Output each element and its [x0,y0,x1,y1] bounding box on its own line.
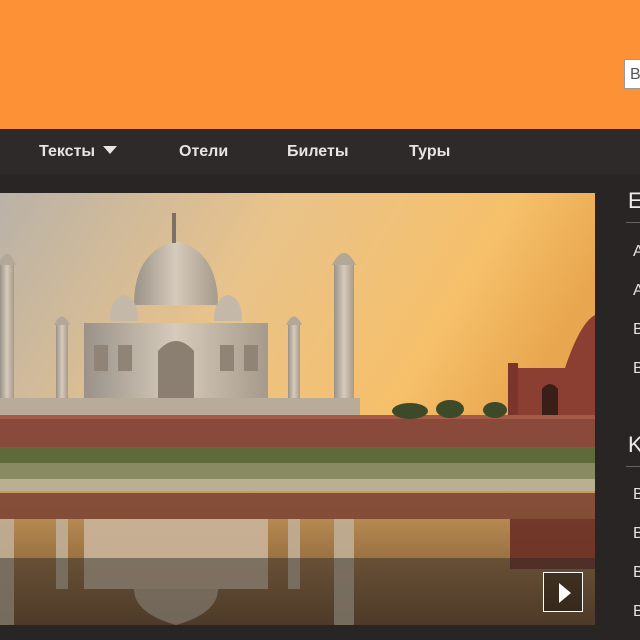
sidebar-divider [626,466,640,467]
sidebar-section-title: K [628,432,640,457]
main-nav: Тексты Отели Билеты Туры [0,129,640,174]
nav-item-label: Тексты [39,143,96,160]
sidebar-link[interactable]: B [633,564,640,582]
play-icon [559,583,571,603]
sidebar-link[interactable]: B [633,486,640,504]
site-header: B [0,0,640,129]
nav-item-label: Билеты [287,143,349,160]
slider-play-button[interactable] [543,572,583,612]
search-input[interactable]: B [624,59,640,89]
image-slider[interactable] [0,193,595,625]
caret-down-icon [103,146,118,154]
sidebar-section-title: E [628,188,640,213]
sidebar-link[interactable]: B [633,321,640,339]
sidebar-link[interactable]: B [633,603,640,621]
slider-caption-bar [0,558,595,625]
sidebar-link[interactable]: B [633,525,640,543]
sidebar-link[interactable]: A [633,243,640,261]
nav-item-hotels[interactable]: Отели [179,129,228,174]
nav-item-tours[interactable]: Туры [409,129,450,174]
sidebar-link[interactable]: A [633,282,640,300]
sidebar-divider [626,222,640,223]
nav-item-label: Отели [179,143,229,160]
nav-item-tickets[interactable]: Билеты [287,129,348,174]
nav-item-label: Туры [409,143,451,160]
nav-item-texts[interactable]: Тексты [39,129,118,174]
sidebar-link[interactable]: B [633,360,640,378]
